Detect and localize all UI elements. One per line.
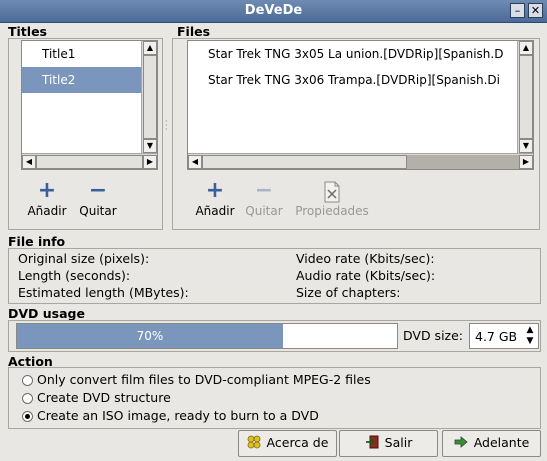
- scroll-right-icon[interactable]: ▶: [143, 155, 157, 169]
- file-info-section-label: File info: [8, 234, 66, 249]
- titles-remove-label: Quitar: [79, 204, 117, 218]
- document-icon: [290, 180, 374, 204]
- scroll-up-icon[interactable]: ▲: [519, 41, 533, 55]
- list-item[interactable]: Star Trek TNG 3x06 Trampa.[DVDRip][Spani…: [188, 67, 533, 93]
- minus-icon: −: [254, 178, 274, 203]
- radio-iso-image-label[interactable]: Create an ISO image, ready to burn to a …: [37, 408, 319, 423]
- scroll-down-icon[interactable]: ▼: [143, 139, 157, 153]
- original-size-label: Original size (pixels):: [18, 251, 150, 266]
- radio-iso-image[interactable]: [22, 411, 33, 422]
- dvd-size-label: DVD size:: [403, 328, 464, 343]
- about-label: Acerca de: [266, 435, 329, 450]
- files-remove-button[interactable]: − Quitar: [242, 178, 286, 219]
- titles-list[interactable]: Title1 Title2 ▲ ▼ ◀ ▶: [21, 40, 158, 170]
- files-properties-button[interactable]: Propiedades: [290, 180, 374, 218]
- plus-icon: +: [205, 178, 225, 203]
- dvd-size-select[interactable]: 4.7 GB ▲ ▼: [469, 323, 539, 349]
- radio-dvd-structure[interactable]: [22, 393, 33, 404]
- files-section-label: Files: [177, 24, 211, 39]
- scroll-down-icon[interactable]: ▼: [519, 139, 533, 153]
- files-hscroll[interactable]: ◀ ▶: [188, 153, 533, 169]
- window-titlebar: DeVeDe – ✕: [0, 0, 547, 23]
- video-rate-label: Video rate (Kbits/sec):: [296, 251, 435, 266]
- progress-fill: 70%: [17, 324, 283, 348]
- radio-dvd-structure-label[interactable]: Create DVD structure: [37, 390, 171, 405]
- radio-convert-only-label[interactable]: Only convert film files to DVD-compliant…: [37, 372, 371, 387]
- pane-handle[interactable]: · · ·: [165, 118, 170, 134]
- scroll-thumb[interactable]: [519, 55, 533, 139]
- exit-icon: [365, 435, 379, 449]
- dvd-usage-section-label: DVD usage: [8, 306, 85, 321]
- about-button[interactable]: Acerca de: [238, 430, 337, 457]
- titles-vscroll[interactable]: ▲ ▼: [141, 41, 157, 153]
- spin-arrows-icon[interactable]: ▲ ▼: [523, 325, 537, 347]
- minimize-button[interactable]: –: [510, 3, 525, 18]
- arrow-right-icon: [454, 436, 468, 448]
- scroll-thumb[interactable]: [143, 55, 157, 139]
- list-item-selected[interactable]: Title2: [22, 67, 157, 93]
- scroll-up-icon[interactable]: ▲: [143, 41, 157, 55]
- stars-icon: [247, 435, 260, 449]
- files-add-label: Añadir: [195, 204, 235, 218]
- estimated-length-label: Estimated length (MBytes):: [18, 285, 189, 300]
- files-list[interactable]: Star Trek TNG 3x05 La union.[DVDRip][Spa…: [187, 40, 534, 170]
- titles-hscroll[interactable]: ◀ ▶: [22, 153, 157, 169]
- scroll-thumb[interactable]: [36, 155, 143, 169]
- titles-add-label: Añadir: [27, 204, 67, 218]
- titles-remove-button[interactable]: − Quitar: [76, 178, 120, 219]
- window-title: DeVeDe: [244, 3, 303, 18]
- scroll-trough[interactable]: [407, 155, 519, 169]
- chapter-size-label: Size of chapters:: [296, 285, 401, 300]
- minus-icon: −: [88, 178, 108, 203]
- plus-icon: +: [37, 178, 57, 203]
- scroll-right-icon[interactable]: ▶: [519, 155, 533, 169]
- dvd-size-value: 4.7 GB: [475, 329, 518, 344]
- scroll-thumb[interactable]: [202, 155, 407, 169]
- length-label: Length (seconds):: [18, 268, 131, 283]
- files-properties-label: Propiedades: [295, 204, 369, 218]
- list-item[interactable]: Title1: [22, 41, 157, 67]
- list-item[interactable]: Star Trek TNG 3x05 La union.[DVDRip][Spa…: [188, 41, 533, 67]
- exit-button[interactable]: Salir: [339, 430, 438, 457]
- forward-label: Adelante: [473, 435, 530, 450]
- exit-label: Salir: [384, 435, 413, 450]
- forward-button[interactable]: Adelante: [442, 430, 541, 457]
- radio-convert-only[interactable]: [22, 375, 33, 386]
- files-remove-label: Quitar: [245, 204, 283, 218]
- dvd-usage-progress: 70%: [16, 323, 398, 349]
- close-button[interactable]: ✕: [528, 3, 543, 18]
- progress-percent: 70%: [136, 329, 164, 343]
- titles-add-button[interactable]: + Añadir: [24, 178, 70, 219]
- scroll-left-icon[interactable]: ◀: [188, 155, 202, 169]
- scroll-left-icon[interactable]: ◀: [22, 155, 36, 169]
- titles-section-label: Titles: [8, 24, 47, 39]
- audio-rate-label: Audio rate (Kbits/sec):: [296, 268, 436, 283]
- files-vscroll[interactable]: ▲ ▼: [517, 41, 533, 153]
- files-add-button[interactable]: + Añadir: [192, 178, 238, 219]
